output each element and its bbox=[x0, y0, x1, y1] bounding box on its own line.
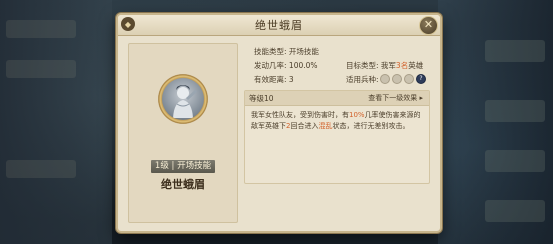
ornament-icon: ◆ bbox=[121, 17, 135, 31]
trigger-rate-label: 发动几率: bbox=[254, 61, 287, 70]
desc-rate: 10% bbox=[349, 111, 365, 119]
target-prefix: 我军 bbox=[380, 61, 396, 70]
skill-description: 我军女性队友，受到伤害时，有10%几率使伤害来源的敌军英雄下2回合进入混乱状态，… bbox=[245, 106, 429, 136]
background-tile bbox=[6, 60, 76, 78]
skill-portrait-icon bbox=[162, 78, 204, 120]
background-tile bbox=[485, 100, 545, 122]
range-row: 有效距离: 3 bbox=[254, 74, 294, 85]
troop-type-row: 适用兵种: bbox=[346, 74, 379, 85]
skill-type-value: 开场技能 bbox=[288, 47, 319, 56]
background-tile bbox=[485, 150, 545, 172]
next-level-link[interactable]: 查看下一级效果 ▸ bbox=[368, 93, 423, 103]
background-tile bbox=[6, 160, 76, 178]
dialog-title: 绝世蛾眉 bbox=[255, 19, 303, 32]
desc-part: 状态，进行无差别攻击。 bbox=[332, 122, 410, 130]
desc-part: 我军女性队友，受到伤害时，有 bbox=[251, 111, 349, 119]
skill-detail-dialog: ◆ 绝世蛾眉 ✕ 1级 | 开场技能 绝世蛾眉 技能类型: 开场技能 发动几率:… bbox=[116, 13, 442, 233]
archer-icon bbox=[404, 74, 414, 84]
skill-type-label: 技能类型: bbox=[254, 47, 287, 56]
target-suffix: 英雄 bbox=[408, 61, 424, 70]
trigger-rate-value: 100.0% bbox=[288, 61, 318, 70]
background-left-panel bbox=[0, 0, 112, 244]
trigger-rate-row: 发动几率: 100.0% bbox=[254, 60, 318, 71]
background-right-panel bbox=[438, 0, 553, 244]
skill-level-tag: 1级 | 开场技能 bbox=[151, 160, 215, 173]
description-header: 等级10 查看下一级效果 ▸ bbox=[245, 91, 429, 106]
skill-description-box: 等级10 查看下一级效果 ▸ 我军女性队友，受到伤害时，有10%几率使伤害来源的… bbox=[244, 90, 430, 184]
cavalry-icon bbox=[380, 74, 390, 84]
skill-level: 等级10 bbox=[249, 94, 274, 103]
background-tile bbox=[485, 40, 545, 62]
infantry-icon bbox=[392, 74, 402, 84]
background-tile bbox=[485, 200, 545, 222]
help-icon[interactable]: ? bbox=[416, 74, 426, 84]
target-count: 3名 bbox=[395, 61, 409, 70]
skill-name: 绝世蛾眉 bbox=[161, 178, 205, 191]
troop-icons: ? bbox=[380, 74, 426, 84]
background-tile bbox=[6, 20, 76, 38]
target-type-label: 目标类型: bbox=[346, 61, 379, 70]
desc-part: 回合进入 bbox=[290, 122, 319, 130]
close-button[interactable]: ✕ bbox=[419, 16, 438, 35]
range-label: 有效距离: bbox=[254, 75, 287, 84]
target-type-row: 目标类型: 我军3名英雄 bbox=[346, 60, 423, 71]
range-value: 3 bbox=[288, 75, 294, 84]
desc-status: 混乱 bbox=[318, 122, 333, 130]
troop-type-label: 适用兵种: bbox=[346, 75, 379, 84]
skill-type-row: 技能类型: 开场技能 bbox=[254, 46, 319, 57]
dialog-titlebar: ◆ 绝世蛾眉 ✕ bbox=[118, 15, 440, 36]
skill-card: 1级 | 开场技能 绝世蛾眉 bbox=[128, 43, 238, 223]
